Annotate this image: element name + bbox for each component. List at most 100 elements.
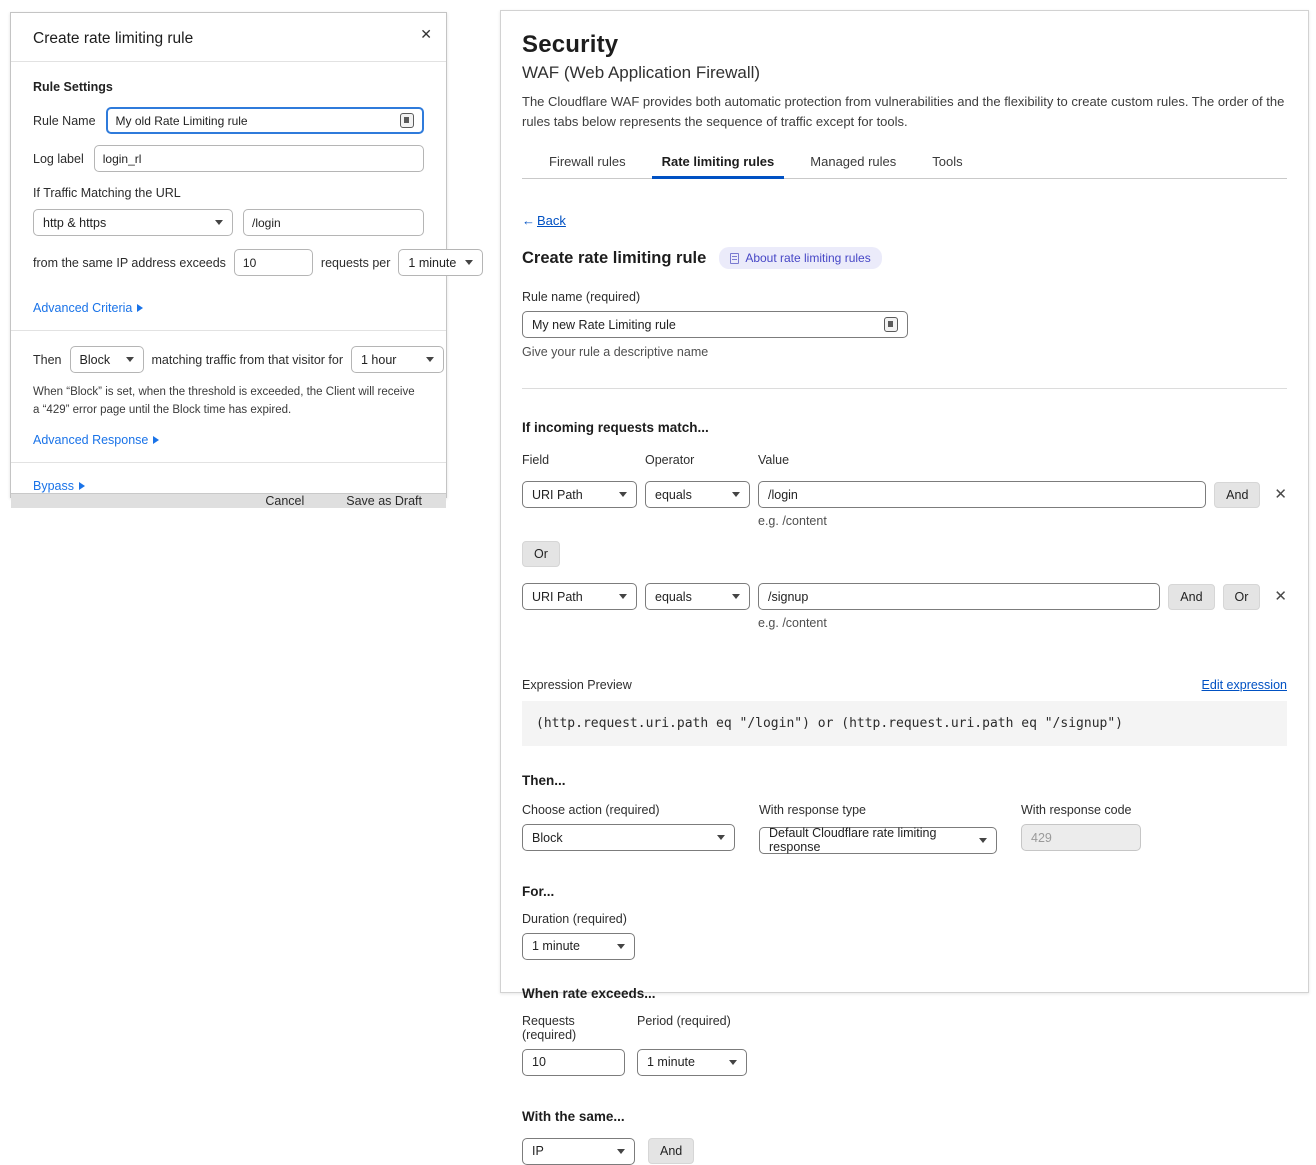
chevron-down-icon <box>619 594 627 599</box>
advanced-criteria-link[interactable]: Advanced Criteria <box>33 301 143 315</box>
tab-bar: Firewall rules Rate limiting rules Manag… <box>522 148 1287 179</box>
log-label-input[interactable]: login_rl <box>94 145 424 172</box>
autofill-icon[interactable] <box>884 317 898 332</box>
operator-select[interactable]: equals <box>645 583 750 610</box>
chevron-down-icon <box>729 1060 737 1065</box>
value-hint: e.g. /content <box>758 514 1287 528</box>
response-code-input: 429 <box>1021 824 1141 851</box>
value-hint: e.g. /content <box>758 616 1287 630</box>
field-select[interactable]: URI Path <box>522 583 637 610</box>
autofill-icon[interactable] <box>400 113 414 128</box>
and-button[interactable]: And <box>1214 482 1260 508</box>
and-button[interactable]: And <box>648 1138 694 1164</box>
divider <box>11 330 446 331</box>
match-section-heading: If incoming requests match... <box>522 420 1287 435</box>
and-button[interactable]: And <box>1168 584 1214 610</box>
expression-code: (http.request.uri.path eq "/login") or (… <box>522 701 1287 746</box>
field-select[interactable]: URI Path <box>522 481 637 508</box>
back-label: Back <box>537 213 566 228</box>
badge-label: About rate limiting rules <box>745 251 870 265</box>
operator-value: equals <box>655 590 692 604</box>
tab-firewall-rules[interactable]: Firewall rules <box>547 148 628 178</box>
advanced-criteria-label: Advanced Criteria <box>33 301 132 315</box>
choose-action-label: Choose action (required) <box>522 803 735 817</box>
rule-name-input[interactable]: My new Rate Limiting rule <box>522 311 908 338</box>
action-select[interactable]: Block <box>522 824 735 851</box>
url-input[interactable]: /login <box>243 209 424 236</box>
value-column-label: Value <box>758 453 789 467</box>
rate-period-select[interactable]: 1 minute <box>637 1049 747 1076</box>
security-waf-panel: Security WAF (Web Application Firewall) … <box>500 10 1309 993</box>
log-label-row: Log label login_rl <box>33 145 424 172</box>
duration-select[interactable]: 1 minute <box>522 933 635 960</box>
block-note: When “Block” is set, when the threshold … <box>33 384 424 420</box>
tab-rate-limiting-rules[interactable]: Rate limiting rules <box>660 148 777 178</box>
or-button[interactable]: Or <box>522 541 560 567</box>
advanced-response-link[interactable]: Advanced Response <box>33 433 159 447</box>
edit-expression-link[interactable]: Edit expression <box>1202 678 1287 692</box>
action-select[interactable]: Block <box>70 346 144 373</box>
or-button-row: Or <box>522 541 1287 567</box>
bypass-link[interactable]: Bypass <box>33 479 85 493</box>
value-input[interactable]: /login <box>758 481 1206 508</box>
block-duration-value: 1 hour <box>361 353 396 367</box>
period-select[interactable]: 1 minute <box>398 249 483 276</box>
response-type-select[interactable]: Default Cloudflare rate limiting respons… <box>759 827 997 854</box>
rule-name-row: Rule Name My old Rate Limiting rule <box>33 107 424 134</box>
remove-condition-icon[interactable]: ✕ <box>1274 487 1287 502</box>
close-icon[interactable]: ✕ <box>420 27 432 41</box>
tab-tools[interactable]: Tools <box>930 148 964 178</box>
response-type-value: Default Cloudflare rate limiting respons… <box>769 826 971 854</box>
expand-arrow-icon <box>153 436 159 444</box>
rule-name-value: My new Rate Limiting rule <box>532 318 676 332</box>
page-description: The Cloudflare WAF provides both automat… <box>522 92 1287 131</box>
threshold-input[interactable]: 10 <box>234 249 313 276</box>
rule-settings-heading: Rule Settings <box>33 80 424 94</box>
save-as-draft-button[interactable]: Save as Draft <box>346 494 422 508</box>
characteristic-select[interactable]: IP <box>522 1138 635 1165</box>
block-duration-select[interactable]: 1 hour <box>351 346 444 373</box>
page-title: Security <box>522 31 1287 59</box>
response-code-label: With response code <box>1021 803 1141 817</box>
chevron-down-icon <box>717 835 725 840</box>
rate-labels: Requests (required) Period (required) <box>522 1014 1287 1042</box>
dialog-body: Rule Settings Rule Name My old Rate Limi… <box>11 62 446 493</box>
chevron-down-icon <box>126 357 134 362</box>
dialog-header: Create rate limiting rule ✕ <box>11 13 446 62</box>
rate-inputs: 10 1 minute <box>522 1049 1287 1076</box>
back-arrow-icon: ← <box>522 213 535 228</box>
operator-select[interactable]: equals <box>645 481 750 508</box>
traffic-matching-label: If Traffic Matching the URL <box>33 186 424 200</box>
scheme-value: http & https <box>43 216 106 230</box>
response-type-column: With response type Default Cloudflare ra… <box>759 803 997 854</box>
for-section-heading: For... <box>522 884 1287 899</box>
rule-name-input[interactable]: My old Rate Limiting rule <box>106 107 424 134</box>
requests-input[interactable]: 10 <box>522 1049 625 1076</box>
page-subtitle: WAF (Web Application Firewall) <box>522 63 1287 83</box>
value-input[interactable]: /signup <box>758 583 1160 610</box>
response-type-label: With response type <box>759 803 997 817</box>
create-heading-row: Create rate limiting rule About rate lim… <box>522 247 1287 269</box>
rule-name-help: Give your rule a descriptive name <box>522 345 1287 359</box>
back-link[interactable]: ← Back <box>522 213 566 228</box>
then-label: Then <box>33 353 62 367</box>
create-rule-heading: Create rate limiting rule <box>522 249 706 268</box>
about-rate-limiting-badge[interactable]: About rate limiting rules <box>719 247 881 269</box>
rule-name-label: Rule Name <box>33 114 96 128</box>
operator-value: equals <box>655 488 692 502</box>
requests-label: Requests (required) <box>522 1014 625 1042</box>
then-columns: Choose action (required) Block With resp… <box>522 803 1287 854</box>
then-section-heading: Then... <box>522 773 1287 788</box>
scheme-select[interactable]: http & https <box>33 209 233 236</box>
matching-traffic-label: matching traffic from that visitor for <box>152 353 344 367</box>
cancel-button[interactable]: Cancel <box>265 494 304 508</box>
remove-condition-icon[interactable]: ✕ <box>1274 589 1287 604</box>
tab-managed-rules[interactable]: Managed rules <box>808 148 898 178</box>
rate-period-label: Period (required) <box>637 1014 731 1042</box>
action-value: Block <box>80 353 111 367</box>
chevron-down-icon <box>215 220 223 225</box>
field-value: URI Path <box>532 590 583 604</box>
log-label-value: login_rl <box>103 152 142 166</box>
rate-section-heading: When rate exceeds... <box>522 986 1287 1001</box>
or-button[interactable]: Or <box>1223 584 1261 610</box>
